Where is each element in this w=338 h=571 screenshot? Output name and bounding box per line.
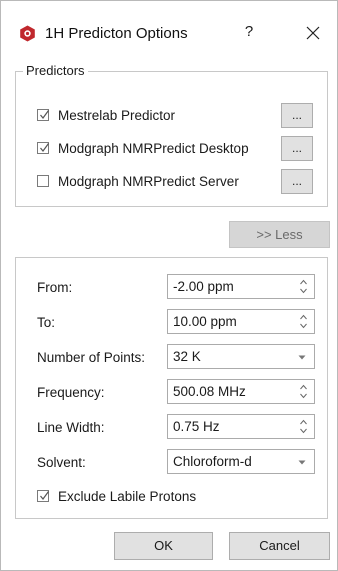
mestrelab-settings-button[interactable]: ...	[281, 103, 313, 128]
line-width-label: Line Width:	[37, 420, 105, 435]
close-button[interactable]	[301, 22, 325, 44]
nmrpredict-server-label: Modgraph NMRPredict Server	[58, 173, 239, 189]
dialog-title: 1H Predicton Options	[45, 25, 188, 42]
frequency-spinbox[interactable]: 500.08 MHz	[167, 379, 315, 404]
less-button[interactable]: >> Less	[229, 221, 330, 248]
app-icon	[19, 25, 36, 45]
checkmark-icon	[40, 110, 49, 119]
help-button[interactable]: ?	[239, 22, 259, 42]
to-value: 10.00 ppm	[173, 314, 237, 329]
mestrelab-checkbox[interactable]	[37, 109, 49, 121]
spin-arrows-icon[interactable]	[299, 313, 308, 330]
predictors-legend: Predictors	[23, 63, 88, 78]
close-icon	[306, 26, 320, 40]
chevron-down-icon	[298, 355, 306, 360]
exclude-labile-label: Exclude Labile Protons	[58, 488, 197, 504]
spin-arrows-icon[interactable]	[299, 278, 308, 295]
nmrpredict-desktop-checkbox[interactable]	[37, 142, 49, 154]
ok-button[interactable]: OK	[114, 532, 213, 560]
nmrpredict-desktop-settings-button[interactable]: ...	[281, 136, 313, 161]
spin-arrows-icon[interactable]	[299, 383, 308, 400]
predictor-nmrpredict-desktop[interactable]: Modgraph NMRPredict Desktop	[37, 138, 249, 158]
points-label: Number of Points:	[37, 350, 146, 365]
from-label: From:	[37, 280, 73, 295]
nmrpredict-server-checkbox[interactable]	[37, 175, 49, 187]
nmrpredict-server-settings-button[interactable]: ...	[281, 169, 313, 194]
points-dropdown[interactable]: 32 K	[167, 344, 315, 369]
to-label: To:	[37, 315, 56, 330]
solvent-label: Solvent:	[37, 455, 86, 470]
to-spinbox[interactable]: 10.00 ppm	[167, 309, 315, 334]
title-bar[interactable]: 1H Predicton Options ?	[1, 1, 337, 47]
cancel-button[interactable]: Cancel	[229, 532, 330, 560]
frequency-value: 500.08 MHz	[173, 384, 246, 399]
from-spinbox[interactable]: -2.00 ppm	[167, 274, 315, 299]
exclude-labile-option[interactable]: Exclude Labile Protons	[37, 486, 196, 506]
line-width-spinbox[interactable]: 0.75 Hz	[167, 414, 315, 439]
exclude-labile-checkbox[interactable]	[37, 490, 49, 502]
from-value: -2.00 ppm	[173, 279, 234, 294]
solvent-dropdown[interactable]: Chloroform-d	[167, 449, 315, 474]
solvent-value: Chloroform-d	[173, 454, 252, 469]
mestrelab-label: Mestrelab Predictor	[58, 107, 176, 123]
predictor-mestrelab[interactable]: Mestrelab Predictor	[37, 105, 175, 125]
spin-arrows-icon[interactable]	[299, 418, 308, 435]
checkmark-icon	[40, 143, 49, 152]
prediction-options-dialog: 1H Predicton Options ? Predictors Mestre…	[0, 0, 338, 571]
checkmark-icon	[40, 491, 49, 500]
chevron-down-icon	[298, 460, 306, 465]
predictor-nmrpredict-server[interactable]: Modgraph NMRPredict Server	[37, 171, 239, 191]
line-width-value: 0.75 Hz	[173, 419, 220, 434]
nmrpredict-desktop-label: Modgraph NMRPredict Desktop	[58, 140, 249, 156]
points-value: 32 K	[173, 349, 201, 364]
frequency-label: Frequency:	[37, 385, 105, 400]
